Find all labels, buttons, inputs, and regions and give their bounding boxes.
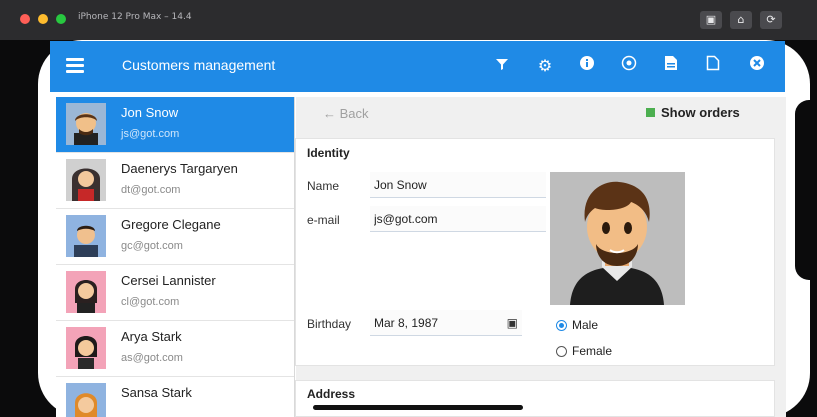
- list-item[interactable]: Jon Snow js@got.com: [56, 97, 294, 153]
- list-item[interactable]: Cersei Lannister cl@got.com: [56, 265, 294, 321]
- customer-photo: [550, 172, 685, 305]
- hamburger-menu-icon[interactable]: [66, 58, 84, 74]
- list-item[interactable]: Gregore Clegane gc@got.com: [56, 209, 294, 265]
- minimize-window-button[interactable]: [38, 14, 48, 24]
- name-field[interactable]: [370, 172, 546, 198]
- avatar: [66, 327, 106, 369]
- avatar: [66, 271, 106, 313]
- calendar-icon[interactable]: ▣: [507, 316, 518, 330]
- info-icon[interactable]: [575, 54, 599, 78]
- document-filled-icon[interactable]: [659, 54, 683, 78]
- radio-unselected-icon: [556, 345, 567, 357]
- filter-icon[interactable]: [490, 54, 514, 78]
- email-field[interactable]: [370, 206, 546, 232]
- birthday-label: Birthday: [307, 317, 352, 331]
- gear-icon[interactable]: ⚙: [533, 54, 557, 78]
- avatar: [66, 103, 106, 145]
- address-heading: Address: [307, 387, 356, 401]
- customer-name: Daenerys Targaryen: [121, 161, 238, 176]
- birthday-value: Mar 8, 1987: [374, 315, 439, 330]
- app-title: Customers management: [122, 57, 276, 73]
- customer-email: dt@got.com: [121, 184, 181, 196]
- gender-female-radio[interactable]: Female: [556, 344, 612, 358]
- close-window-button[interactable]: [20, 14, 30, 24]
- list-item[interactable]: Daenerys Targaryen dt@got.com: [56, 153, 294, 209]
- show-orders-label: Show orders: [661, 105, 740, 120]
- customer-name: Gregore Clegane: [121, 217, 221, 232]
- close-circle-icon[interactable]: [745, 54, 769, 78]
- home-indicator[interactable]: [313, 405, 523, 410]
- customer-name: Jon Snow: [121, 105, 179, 120]
- rotate-icon[interactable]: ⟳: [760, 11, 782, 29]
- radio-selected-icon: [556, 319, 567, 331]
- app-toolbar: Customers management ⚙: [50, 41, 785, 92]
- birthday-picker[interactable]: Mar 8, 1987 ▣: [370, 310, 522, 336]
- document-outline-icon[interactable]: [701, 54, 725, 78]
- customer-email: js@got.com: [121, 128, 180, 140]
- customer-email: cl@got.com: [121, 296, 180, 308]
- orders-status-square: [646, 108, 655, 117]
- home-icon[interactable]: ⌂: [730, 11, 752, 29]
- zoom-window-button[interactable]: [56, 14, 66, 24]
- address-card: [295, 380, 775, 417]
- avatar: [66, 215, 106, 257]
- avatar: [66, 159, 106, 201]
- globe-icon[interactable]: [617, 54, 641, 78]
- show-orders-button[interactable]: Show orders: [646, 105, 740, 120]
- back-button[interactable]: ← Back: [323, 106, 369, 121]
- gender-female-label: Female: [572, 344, 613, 358]
- name-label: Name: [307, 179, 340, 193]
- customer-name: Sansa Stark: [121, 385, 192, 400]
- email-label: e-mail: [307, 213, 340, 227]
- avatar: [66, 383, 106, 417]
- simulator-device-title: iPhone 12 Pro Max – 14.4: [78, 12, 192, 22]
- customer-email: as@got.com: [121, 352, 183, 364]
- list-item[interactable]: Sansa Stark: [56, 377, 294, 417]
- customer-name: Arya Stark: [121, 329, 182, 344]
- gender-male-label: Male: [572, 318, 599, 332]
- screenshot-icon[interactable]: ▣: [700, 11, 722, 29]
- gender-male-radio[interactable]: Male: [556, 318, 598, 332]
- list-item[interactable]: Arya Stark as@got.com: [56, 321, 294, 377]
- device-notch: [795, 100, 817, 280]
- identity-heading: Identity: [307, 146, 350, 160]
- simulator-titlebar: iPhone 12 Pro Max – 14.4 ▣ ⌂ ⟳: [0, 0, 817, 40]
- customer-list: Jon Snow js@got.com Daenerys Targaryen d…: [56, 97, 295, 417]
- customer-email: gc@got.com: [121, 240, 183, 252]
- customer-name: Cersei Lannister: [121, 273, 216, 288]
